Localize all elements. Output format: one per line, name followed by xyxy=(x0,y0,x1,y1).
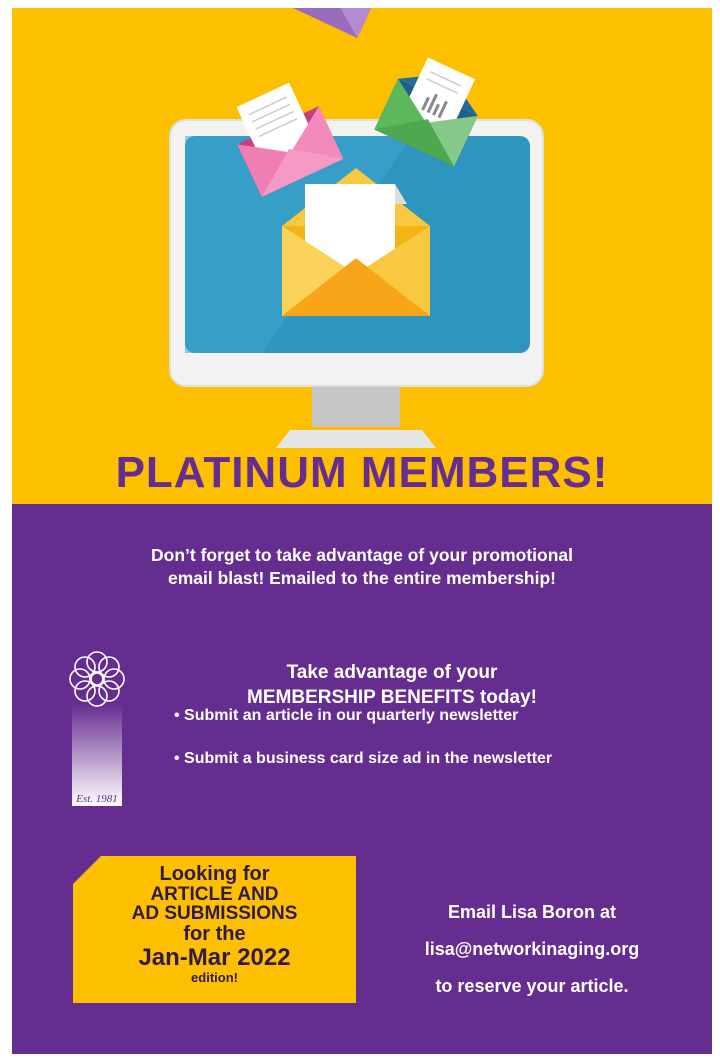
callout-line: Looking for xyxy=(159,863,270,885)
flower-logo-icon xyxy=(69,651,125,806)
computer-monitor-with-email-envelopes-icon xyxy=(169,8,544,448)
flyer: PLATINUM MEMBERS! Don’t forget to take a… xyxy=(12,8,712,1054)
callout-line: AD SUBMISSIONS xyxy=(131,903,298,924)
established-year: Est. 1981 xyxy=(76,793,118,805)
info-section: Don’t forget to take advantage of your p… xyxy=(12,504,712,1054)
benefits-heading-line: Take advantage of your xyxy=(286,662,498,683)
contact-line: Email Lisa Boron at xyxy=(447,902,617,922)
callout-line: Jan-Mar 2022 xyxy=(138,944,291,971)
benefits-heading: Take advantage of your MEMBERSHIP BENEFI… xyxy=(172,660,612,710)
contact-email[interactable]: lisa@networkinaging.org xyxy=(372,931,692,968)
contact-info: Email Lisa Boron at lisa@networkinaging.… xyxy=(372,894,692,1005)
hero-section: PLATINUM MEMBERS! xyxy=(12,8,712,504)
callout-text: Looking for ARTICLE AND AD SUBMISSIONS f… xyxy=(73,863,356,985)
list-item: • Submit an article in our quarterly new… xyxy=(174,707,519,724)
submissions-callout: Looking for ARTICLE AND AD SUBMISSIONS f… xyxy=(73,856,356,1003)
intro-line: Don’t forget to take advantage of your p… xyxy=(151,545,573,565)
callout-line: ARTICLE AND xyxy=(150,884,279,905)
page-title: PLATINUM MEMBERS! xyxy=(115,448,609,497)
intro-line: email blast! Emailed to the entire membe… xyxy=(167,568,557,588)
intro-text: Don’t forget to take advantage of your p… xyxy=(52,544,672,590)
list-item: • Submit a business card size ad in the … xyxy=(174,750,553,767)
contact-line: to reserve your article. xyxy=(435,976,629,996)
benefits-list: • Submit an article in our quarterly new… xyxy=(174,707,552,793)
callout-line: for the xyxy=(183,923,246,945)
callout-line: edition! xyxy=(191,970,238,985)
